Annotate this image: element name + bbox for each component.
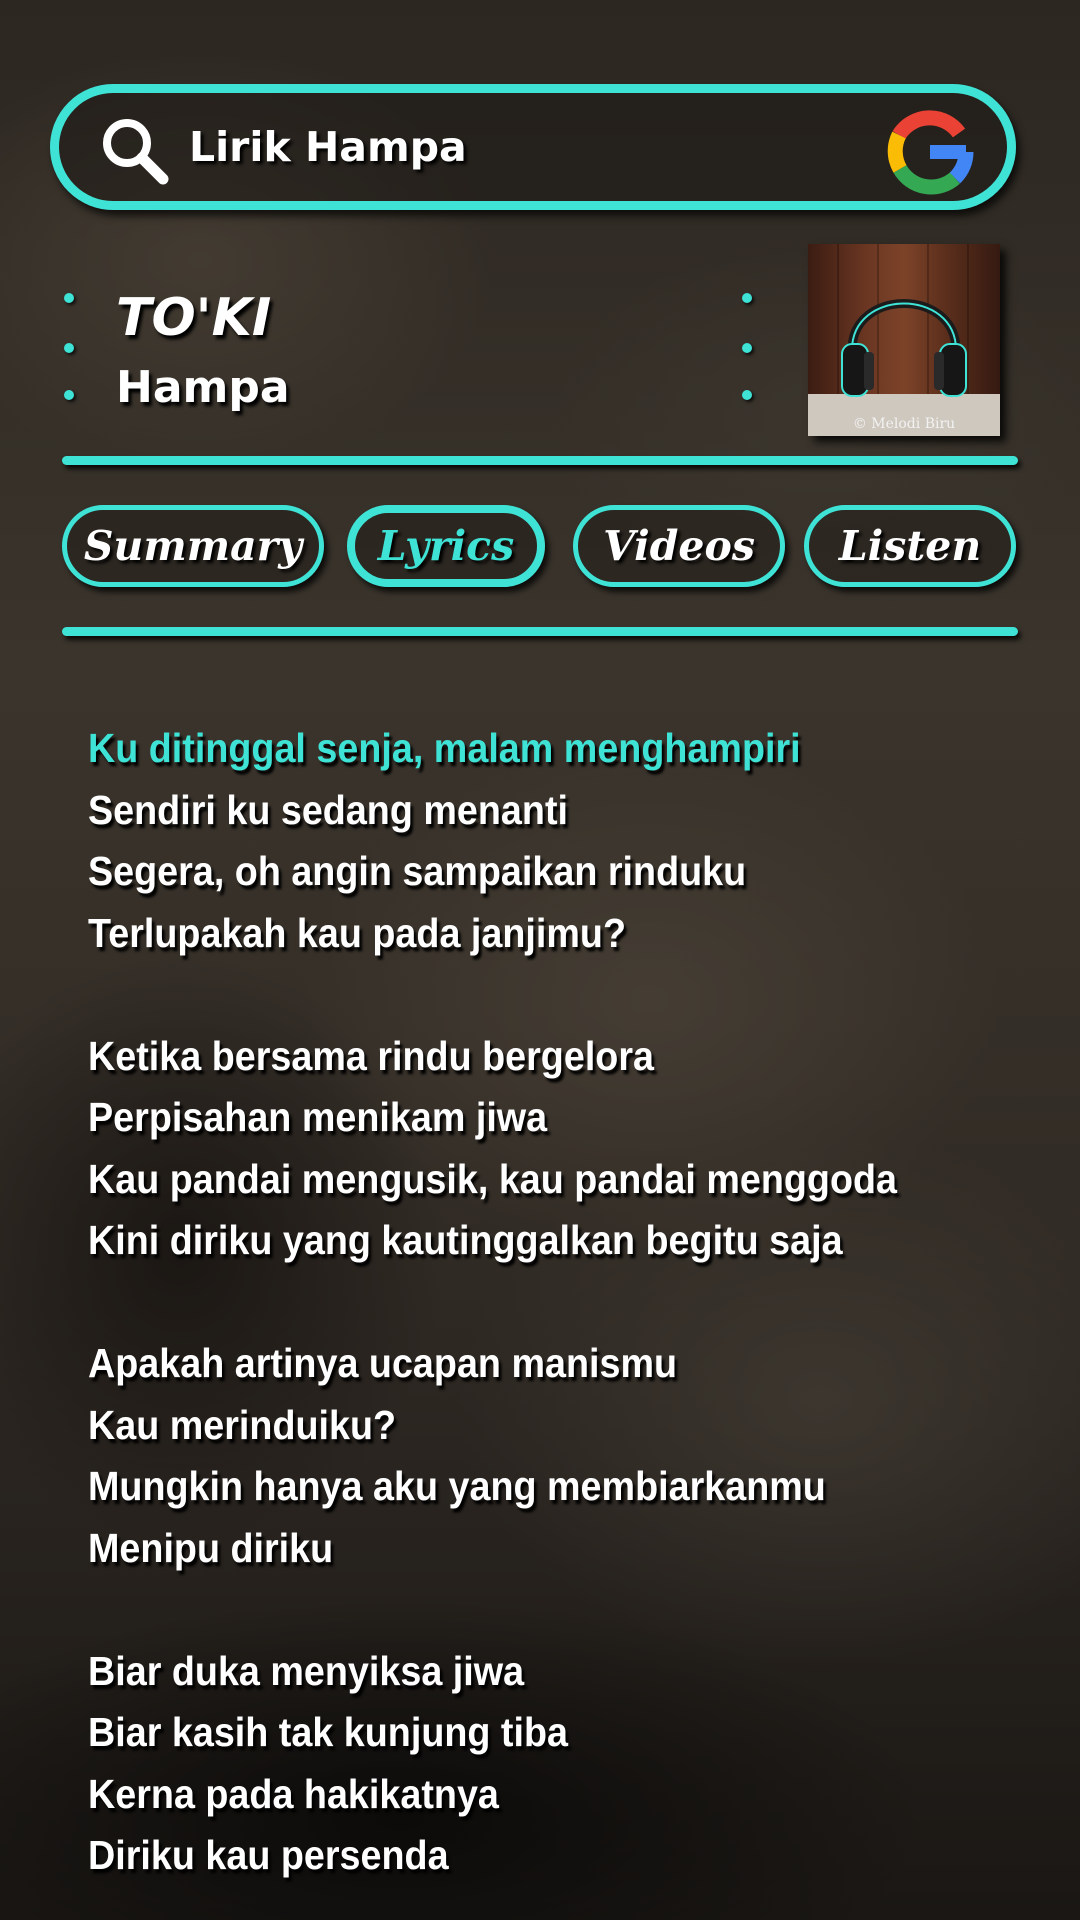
tab-listen[interactable]: Listen bbox=[804, 505, 1016, 587]
lyric-line: Perpisahan menikam jiwa bbox=[88, 1094, 548, 1140]
lyric-line: Terlupakah kau pada janjimu? bbox=[88, 909, 626, 956]
album-art-caption: © Melodi Biru bbox=[852, 416, 956, 432]
decor-dot bbox=[742, 390, 752, 400]
google-icon[interactable] bbox=[885, 107, 975, 197]
decor-dot bbox=[64, 293, 74, 303]
lyric-line: Kau pandai mengusik, kau pandai menggoda bbox=[88, 1155, 898, 1202]
decor-dot bbox=[64, 343, 74, 353]
lyric-line: Diriku kau persenda bbox=[88, 1832, 449, 1878]
lyrics-panel[interactable]: Ku ditinggal senja, malam menghampiri Se… bbox=[88, 718, 1048, 1887]
stanza-gap bbox=[88, 1579, 1048, 1641]
lyric-line: Sendiri ku sedang menanti bbox=[88, 786, 568, 833]
lyric-line: Kerna pada hakikatnya bbox=[88, 1770, 499, 1817]
artist-name: TO'KI bbox=[116, 288, 272, 348]
tab-lyrics[interactable]: Lyrics bbox=[347, 505, 545, 587]
decor-dot bbox=[742, 293, 752, 303]
lyric-line: Segera, oh angin sampaikan rinduku bbox=[88, 848, 747, 894]
lyric-line: Kini diriku yang kautinggalkan begitu sa… bbox=[88, 1217, 843, 1263]
lyric-line: Biar duka menyiksa jiwa bbox=[88, 1647, 525, 1694]
search-icon[interactable] bbox=[97, 113, 173, 189]
lyric-line: Menipu diriku bbox=[88, 1524, 334, 1571]
lyric-line: Kau merinduiku? bbox=[88, 1401, 397, 1448]
lyric-line: Apakah artinya ucapan manismu bbox=[88, 1340, 678, 1386]
search-input[interactable]: Lirik Hampa bbox=[189, 117, 467, 177]
album-art[interactable]: © Melodi Biru bbox=[808, 244, 1000, 436]
divider-top bbox=[62, 456, 1018, 465]
decor-dot bbox=[64, 390, 74, 400]
lyric-line: Mungkin hanya aku yang membiarkanmu bbox=[88, 1463, 826, 1509]
decor-dot bbox=[742, 343, 752, 353]
divider-bottom bbox=[62, 627, 1018, 636]
tab-summary[interactable]: Summary bbox=[62, 505, 324, 587]
stanza-gap bbox=[88, 1272, 1048, 1334]
lyric-line: Biar kasih tak kunjung tiba bbox=[88, 1709, 568, 1755]
lyric-line: Ketika bersama rindu bergelora bbox=[88, 1032, 655, 1079]
tab-videos[interactable]: Videos bbox=[573, 505, 785, 587]
lyric-line-current: Ku ditinggal senja, malam menghampiri bbox=[88, 725, 801, 771]
search-bar[interactable]: Lirik Hampa bbox=[50, 84, 1016, 210]
stanza-gap bbox=[88, 964, 1048, 1026]
headphones-icon bbox=[808, 244, 1000, 436]
song-title: Hampa bbox=[116, 362, 290, 413]
